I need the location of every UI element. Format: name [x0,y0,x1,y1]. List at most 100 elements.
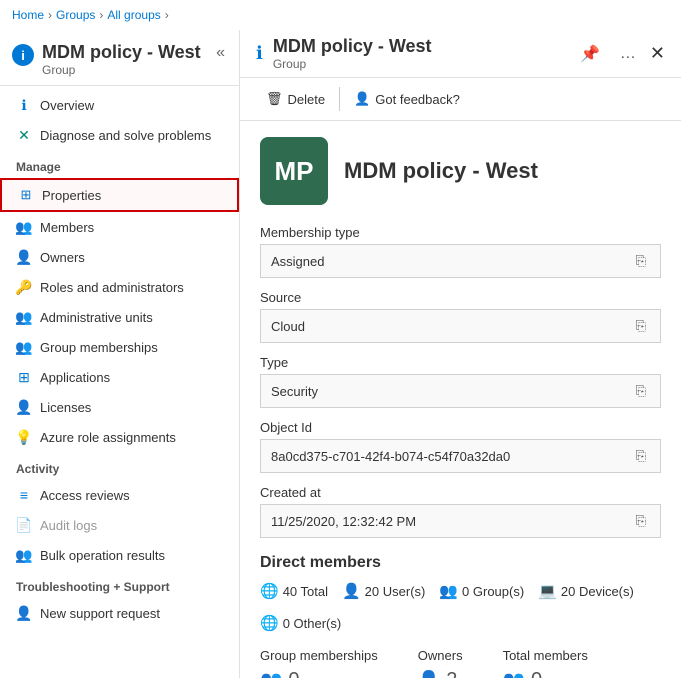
field-copy-created-at[interactable]: ⎘ [632,511,650,531]
profile-name: MDM policy - West [344,158,538,184]
support-icon: 👤 [16,605,32,621]
field-value-row-membership-type: Assigned ⎘ [260,244,661,278]
direct-member-item-1: 👤 20 User(s) [342,582,425,600]
field-copy-type[interactable]: ⎘ [632,381,650,401]
dm-label-2: 0 Group(s) [462,584,524,599]
sidebar: i MDM policy - West Group « ℹ Overview ✕… [0,30,240,678]
stat-value-row-2: 👥 0 [503,669,588,678]
stat-icon-1: 👤 [418,670,440,678]
fields-container: Membership type Assigned ⎘ Source Cloud … [260,225,661,538]
feedback-label: Got feedback? [375,92,460,107]
sidebar-section-troubleshoot: Troubleshooting + Support [0,570,239,598]
content-body: MP MDM policy - West Membership type Ass… [240,121,681,678]
bulk-ops-icon: 👥 [16,547,32,563]
stat-value-0: 0 [288,669,299,678]
close-button[interactable]: ✕ [650,43,665,64]
window-actions: 📌 … ✕ [574,42,665,66]
field-group-created-at: Created at 11/25/2020, 12:32:42 PM ⎘ [260,485,661,538]
sidebar-item-owners[interactable]: 👤 Owners [0,242,239,272]
sidebar-item-group-memberships[interactable]: 👥 Group memberships [0,332,239,362]
field-value-object-id: 8a0cd375-c701-42f4-b074-c54f70a32da0 [271,449,632,464]
dm-icon-4: 🌐 [260,614,279,632]
dm-icon-0: 🌐 [260,582,279,600]
profile-avatar: MP [260,137,328,205]
field-copy-object-id[interactable]: ⎘ [632,446,650,466]
stat-value-row-0: 👥 0 [260,669,378,678]
sidebar-item-diagnose[interactable]: ✕ Diagnose and solve problems [0,120,239,150]
sidebar-nav: ℹ Overview ✕ Diagnose and solve problems… [0,86,239,632]
sidebar-subtitle: Group [42,63,214,77]
sidebar-label-support: New support request [40,606,160,621]
window-title-group: ℹ MDM policy - West Group [256,36,432,71]
sidebar-item-audit-logs[interactable]: 📄 Audit logs [0,510,239,540]
dm-label-1: 20 User(s) [365,584,426,599]
pin-button[interactable]: 📌 [574,42,606,66]
sidebar-collapse-button[interactable]: « [214,42,227,64]
field-group-object-id: Object Id 8a0cd375-c701-42f4-b074-c54f70… [260,420,661,473]
feedback-button[interactable]: 👤 Got feedback? [344,86,470,112]
field-copy-source[interactable]: ⎘ [632,316,650,336]
sidebar-item-overview[interactable]: ℹ Overview [0,90,239,120]
field-value-row-source: Cloud ⎘ [260,309,661,343]
field-value-membership-type: Assigned [271,254,632,269]
sidebar-item-roles[interactable]: 🔑 Roles and administrators [0,272,239,302]
stat-value-1: 2 [446,669,457,678]
audit-logs-icon: 📄 [16,517,32,533]
sidebar-label-applications: Applications [40,370,110,385]
sidebar-item-licenses[interactable]: 👤 Licenses [0,392,239,422]
dm-label-4: 0 Other(s) [283,616,342,631]
sidebar-label-licenses: Licenses [40,400,91,415]
direct-member-item-3: 💻 20 Device(s) [538,582,634,600]
sidebar-item-admin-units[interactable]: 👥 Administrative units [0,302,239,332]
field-group-membership-type: Membership type Assigned ⎘ [260,225,661,278]
stats-row: Group memberships 👥 0 Owners 👤 2 Total m… [260,648,661,678]
more-options-button[interactable]: … [614,43,642,65]
sidebar-item-access-reviews[interactable]: ≡ Access reviews [0,480,239,510]
field-value-row-created-at: 11/25/2020, 12:32:42 PM ⎘ [260,504,661,538]
roles-icon: 🔑 [16,279,32,295]
field-copy-membership-type[interactable]: ⎘ [632,251,650,271]
group-memberships-icon: 👥 [16,339,32,355]
dm-icon-2: 👥 [439,582,458,600]
breadcrumb-all-groups[interactable]: All groups [107,8,160,22]
stat-label-1: Owners [418,648,463,663]
sidebar-item-members[interactable]: 👥 Members [0,212,239,242]
overview-icon: ℹ [16,97,32,113]
profile-header: MP MDM policy - West [260,137,661,205]
direct-member-item-2: 👥 0 Group(s) [439,582,524,600]
feedback-icon: 👤 [354,91,370,107]
breadcrumb-home[interactable]: Home [12,8,44,22]
window-title: MDM policy - West [273,36,432,57]
toolbar-divider [339,87,340,111]
sidebar-item-bulk-ops[interactable]: 👥 Bulk operation results [0,540,239,570]
sidebar-label-bulk-ops: Bulk operation results [40,548,165,563]
breadcrumb-groups[interactable]: Groups [56,8,95,22]
sidebar-label-roles: Roles and administrators [40,280,184,295]
sidebar-info-icon: i [12,44,34,66]
content-toolbar: 🗑 Delete 👤 Got feedback? [240,78,681,121]
stat-item-1: Owners 👤 2 [418,648,463,678]
members-icon: 👥 [16,219,32,235]
direct-members-section: Direct members 🌐 40 Total 👤 20 User(s) 👥… [260,554,661,632]
dm-icon-3: 💻 [538,582,557,600]
sidebar-section-manage: Manage [0,150,239,178]
field-label-source: Source [260,290,661,305]
sidebar-label-properties: Properties [42,188,101,203]
stat-icon-0: 👥 [260,670,282,678]
dm-label-3: 20 Device(s) [561,584,634,599]
field-label-type: Type [260,355,661,370]
sidebar-item-applications[interactable]: ⊞ Applications [0,362,239,392]
direct-members-title: Direct members [260,554,661,572]
delete-button[interactable]: 🗑 Delete [256,86,335,112]
sidebar-label-access-reviews: Access reviews [40,488,130,503]
diagnose-icon: ✕ [16,127,32,143]
sidebar-item-properties[interactable]: ⊞ Properties [0,178,239,212]
direct-member-item-4: 🌐 0 Other(s) [260,614,341,632]
sidebar-label-admin-units: Administrative units [40,310,153,325]
content-area: ℹ MDM policy - West Group 📌 … ✕ 🗑 Delete… [240,30,681,678]
window-topbar: ℹ MDM policy - West Group 📌 … ✕ [240,30,681,78]
sidebar-section-activity: Activity [0,452,239,480]
sidebar-item-support[interactable]: 👤 New support request [0,598,239,628]
sidebar-label-audit-logs: Audit logs [40,518,97,533]
sidebar-item-azure-roles[interactable]: 💡 Azure role assignments [0,422,239,452]
